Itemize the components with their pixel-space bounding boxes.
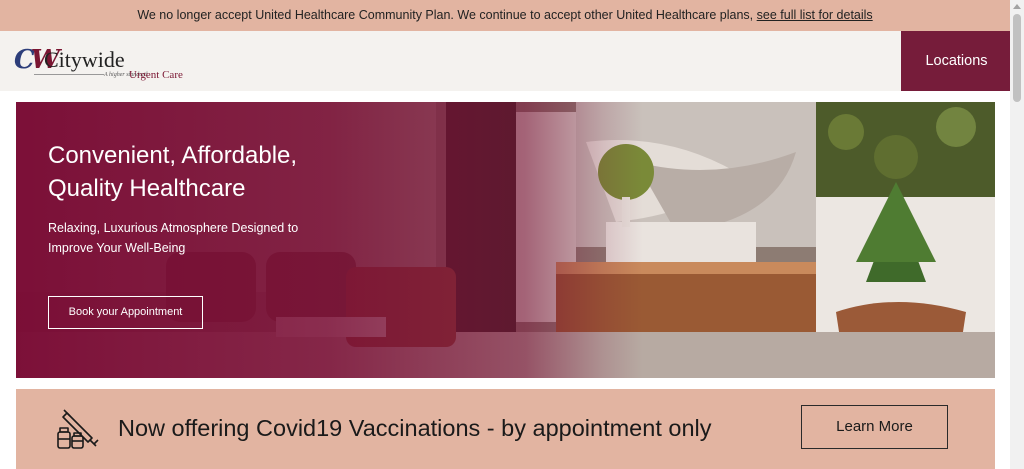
announcement-bar: We no longer accept United Healthcare Co…	[0, 0, 1010, 31]
logo-divider	[34, 74, 104, 75]
hero-title: Convenient, Affordable, Quality Healthca…	[48, 139, 388, 205]
hero-subtitle: Relaxing, Luxurious Atmosphere Designed …	[48, 218, 338, 258]
hero-title-line: Quality Healthcare	[48, 175, 246, 202]
hero-subtitle-line: Relaxing, Luxurious Atmosphere Designed …	[48, 221, 299, 235]
scrollbar-thumb[interactable]	[1013, 14, 1021, 102]
vaccine-icon	[57, 409, 99, 449]
hero-subtitle-line: Improve Your Well-Being	[48, 241, 186, 255]
hero-banner: Convenient, Affordable, Quality Healthca…	[16, 102, 995, 378]
hero-title-line: Convenient, Affordable,	[48, 142, 298, 169]
site-header: CW Citywide A higher standard Urgent Car…	[0, 31, 1010, 91]
learn-more-button[interactable]: Learn More	[801, 405, 948, 449]
announcement-details-link[interactable]: see full list for details	[757, 8, 873, 22]
covid-banner-text: Now offering Covid19 Vaccinations - by a…	[118, 415, 712, 441]
covid-banner: Now offering Covid19 Vaccinations - by a…	[16, 389, 995, 469]
logo-name: Citywide	[44, 47, 125, 72]
book-appointment-button[interactable]: Book your Appointment	[48, 296, 203, 329]
announcement-text: We no longer accept United Healthcare Co…	[137, 8, 754, 22]
logo-subtitle: Urgent Care	[129, 69, 183, 81]
locations-nav-button[interactable]: Locations	[901, 31, 1012, 91]
scroll-up-arrow-icon[interactable]	[1013, 4, 1021, 9]
site-logo[interactable]: CW Citywide A higher standard Urgent Car…	[14, 45, 204, 85]
